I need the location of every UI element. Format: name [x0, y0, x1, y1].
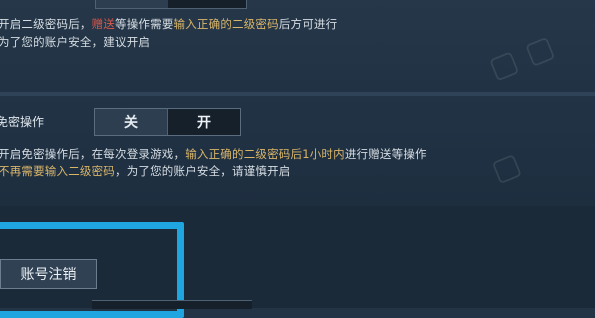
second-password-toggle[interactable] — [95, 0, 247, 9]
password-free-label: 免密操作 — [0, 115, 45, 129]
password-free-toggle[interactable]: 关 开 — [94, 108, 241, 136]
second-password-description-line2: 为了您的账户安全，建议开启 — [0, 35, 151, 49]
toggle-off-option[interactable]: 关 — [95, 109, 168, 135]
account-cancel-button[interactable]: 账号注销 — [0, 259, 97, 289]
password-free-description-line1: 开启免密操作后，在每次登录游戏，输入正确的二级密码后1小时内进行赠送等操作 — [0, 147, 427, 161]
second-password-description-line1: 开启二级密码后，赠送等操作需要输入正确的二级密码后方可进行 — [0, 17, 338, 31]
toggle-on-option[interactable]: 开 — [168, 109, 240, 135]
password-free-description-line2: 不再需要输入二级密码，为了您的账户安全，请谨慎开启 — [0, 164, 291, 178]
